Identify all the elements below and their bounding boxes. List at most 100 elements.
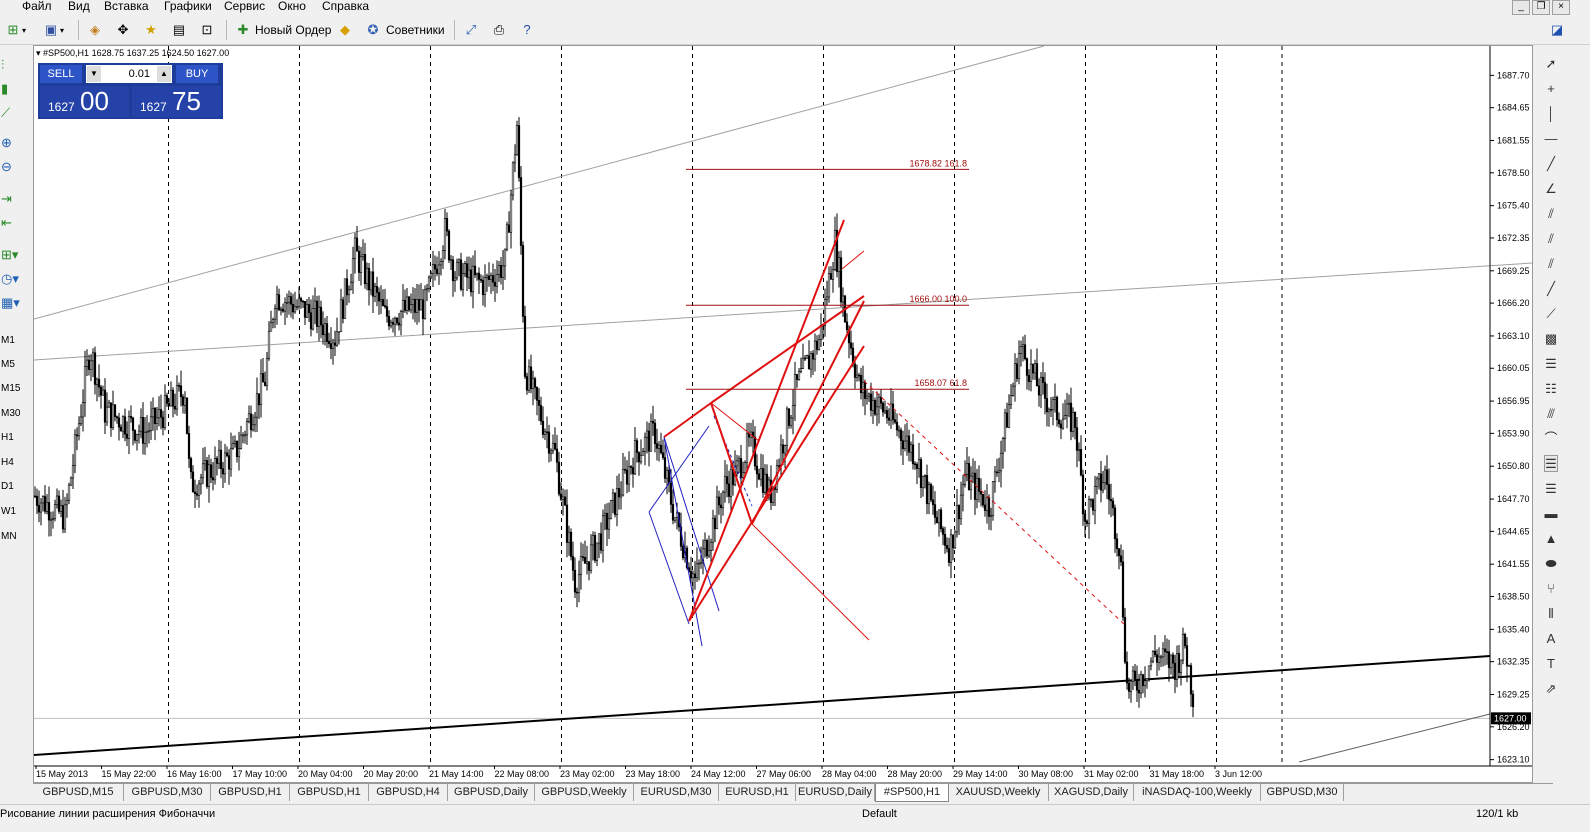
profiles-button[interactable]: ▣ ▾ [42, 19, 64, 41]
tab-gbpusd-daily[interactable]: GBPUSD,Daily [448, 784, 535, 801]
menu-charts[interactable]: Графики [164, 0, 212, 13]
fibo-expansion-tool[interactable]: ☰ [1542, 455, 1560, 473]
candle-body [863, 382, 867, 399]
channel-tool[interactable]: ⫽ [1542, 205, 1560, 223]
menu-file[interactable]: Файл [22, 0, 52, 13]
buy-price-box[interactable]: 1627 75 [132, 86, 221, 117]
tab-eurusd-h1[interactable]: EURUSD,H1 [719, 784, 796, 801]
tab-eurusd-m30[interactable]: EURUSD,M30 [634, 784, 719, 801]
close-icon[interactable]: × [1552, 0, 1570, 15]
periods-button[interactable]: ◷▾ [1, 270, 27, 288]
fibo-retracement-tool[interactable]: ☰ [1542, 355, 1560, 373]
tab-gbpusd-h4[interactable]: GBPUSD,H4 [369, 784, 448, 801]
fibo-timezones-tool[interactable]: ☷ [1542, 380, 1560, 398]
candle-chart-button[interactable]: ▮ [1, 80, 27, 98]
price-chart[interactable]: 1678.82 161.8 1666.00 100.0 1658.07 61.8 1… [34, 46, 1532, 782]
print-button[interactable]: ⎙ [490, 19, 508, 41]
candle-body [899, 429, 903, 441]
timeframe-m15[interactable]: M15 [1, 383, 20, 394]
chart-shift-button[interactable]: ⇤ [1, 214, 27, 232]
arrows-tool[interactable]: ⇗ [1542, 680, 1560, 698]
ellipse-tool[interactable]: ⬬ [1542, 555, 1560, 573]
timeframe-mn[interactable]: MN [1, 531, 17, 542]
sell-price-box[interactable]: 1627 00 [40, 86, 129, 117]
restore-icon[interactable]: ❐ [1532, 0, 1550, 15]
new-order-button[interactable]: ✚ Новый Ордер [234, 19, 332, 41]
tab-xagusd-daily[interactable]: XAGUSD,Daily [1049, 784, 1134, 801]
timeframe-h4[interactable]: H4 [1, 457, 14, 468]
candle-body [885, 410, 889, 419]
navigator-button[interactable]: ✥ [114, 19, 132, 41]
x-tick-label: 24 May 12:00 [691, 769, 746, 779]
andrews-pitchfork-tool[interactable]: ⑂ [1542, 580, 1560, 598]
fullscreen-button[interactable]: ⤢ [462, 19, 480, 41]
timeframe-h1[interactable]: H1 [1, 432, 14, 443]
chart-window[interactable]: 1678.82 161.8 1666.00 100.0 1658.07 61.8 1… [33, 45, 1533, 783]
menu-window[interactable]: Окно [278, 0, 306, 13]
meta-editor-button[interactable]: ◆ [336, 19, 354, 41]
bar-chart-button[interactable]: ⫶ [1, 56, 27, 74]
favorites-button[interactable]: ★ [142, 19, 160, 41]
candle-body [441, 250, 445, 263]
minimize-icon[interactable]: _ [1512, 0, 1530, 15]
lot-size-field[interactable]: ▼ 0.01 ▲ [86, 65, 172, 83]
tester-button[interactable]: ⊡ [198, 19, 216, 41]
menu-insert[interactable]: Вставка [104, 0, 149, 13]
rectangle-tool[interactable]: ▬ [1542, 505, 1560, 523]
tab-inasdaq-weekly[interactable]: iNASDAQ-100,Weekly [1134, 784, 1261, 801]
tab-gbpusd-h1[interactable]: GBPUSD,H1 [211, 784, 290, 801]
tab-gbpusd-m30[interactable]: GBPUSD,M30 [124, 784, 211, 801]
cursor-tool[interactable]: ➚ [1542, 55, 1560, 73]
market-watch-button[interactable]: ◈ [86, 19, 104, 41]
tab-gbpusd-m15[interactable]: GBPUSD,M15 [33, 784, 124, 801]
fibo-fan-tool[interactable]: ⫻ [1542, 405, 1560, 423]
zoom-in-button[interactable]: ⊕ [1, 134, 27, 152]
tab-sp500-h1[interactable]: #SP500,H1 [875, 784, 949, 802]
buy-button[interactable]: BUY [176, 65, 218, 83]
tab-gbpusd-h1-2[interactable]: GBPUSD,H1 [290, 784, 369, 801]
menu-help[interactable]: Справка [322, 0, 369, 13]
zoom-out-button[interactable]: ⊖ [1, 158, 27, 176]
timeframe-m30[interactable]: M30 [1, 408, 20, 419]
menu-tools[interactable]: Сервис [224, 0, 265, 13]
timeframe-w1[interactable]: W1 [1, 506, 16, 517]
candle-body [1143, 680, 1147, 686]
crosshair-tool[interactable]: + [1542, 80, 1560, 98]
gann-grid-tool[interactable]: ▩ [1542, 330, 1560, 348]
fibo-arcs-tool[interactable]: ⌒ [1542, 430, 1560, 448]
indicators-button[interactable]: ⊞▾ [1, 246, 27, 264]
new-chart-button[interactable]: ⊞ ▾ [4, 19, 26, 41]
tab-gbpusd-weekly[interactable]: GBPUSD,Weekly [535, 784, 634, 801]
lot-increase-icon[interactable]: ▲ [157, 66, 171, 82]
cycle-lines-tool[interactable]: ⦀ [1542, 605, 1560, 623]
menu-view[interactable]: Вид [68, 0, 90, 13]
gann-line-tool[interactable]: ╱ [1542, 280, 1560, 298]
lot-decrease-icon[interactable]: ▼ [87, 66, 101, 82]
text-label-tool[interactable]: T [1542, 655, 1560, 673]
triangle-tool[interactable]: ▲ [1542, 530, 1560, 548]
candle-body [901, 440, 905, 450]
templates-button[interactable]: ▦▾ [1, 294, 27, 312]
gann-fan-tool[interactable]: ⟋ [1542, 305, 1560, 323]
fibo-channel-tool[interactable]: ☰ [1542, 480, 1560, 498]
tab-eurusd-daily[interactable]: EURUSD,Daily [796, 784, 875, 801]
autoscroll-button[interactable]: ⇥ [1, 190, 27, 208]
advisors-button[interactable]: ✪ Советники [364, 19, 445, 41]
stddev-channel-tool[interactable]: ⫽ [1542, 255, 1560, 273]
text-tool[interactable]: A [1542, 630, 1560, 648]
timeframe-m1[interactable]: M1 [1, 335, 15, 346]
account-button[interactable]: ◪ [1548, 19, 1566, 41]
sell-button[interactable]: SELL [40, 65, 82, 83]
terminal-button[interactable]: ▤ [170, 19, 188, 41]
regression-channel-tool[interactable]: ⫽ [1542, 230, 1560, 248]
angle-trendline-tool[interactable]: ∠ [1542, 180, 1560, 198]
tab-gbpusd-m30-2[interactable]: GBPUSD,M30 [1261, 784, 1344, 801]
horizontal-line-tool[interactable]: — [1542, 130, 1560, 148]
trendline-tool[interactable]: ╱ [1542, 155, 1560, 173]
help-button[interactable]: ? [518, 19, 536, 41]
tab-xauusd-weekly[interactable]: XAUUSD,Weekly [948, 784, 1049, 801]
line-chart-button[interactable]: ⟋ [1, 104, 27, 122]
timeframe-m5[interactable]: M5 [1, 359, 15, 370]
timeframe-d1[interactable]: D1 [1, 481, 14, 492]
vertical-line-tool[interactable]: │ [1542, 105, 1560, 123]
